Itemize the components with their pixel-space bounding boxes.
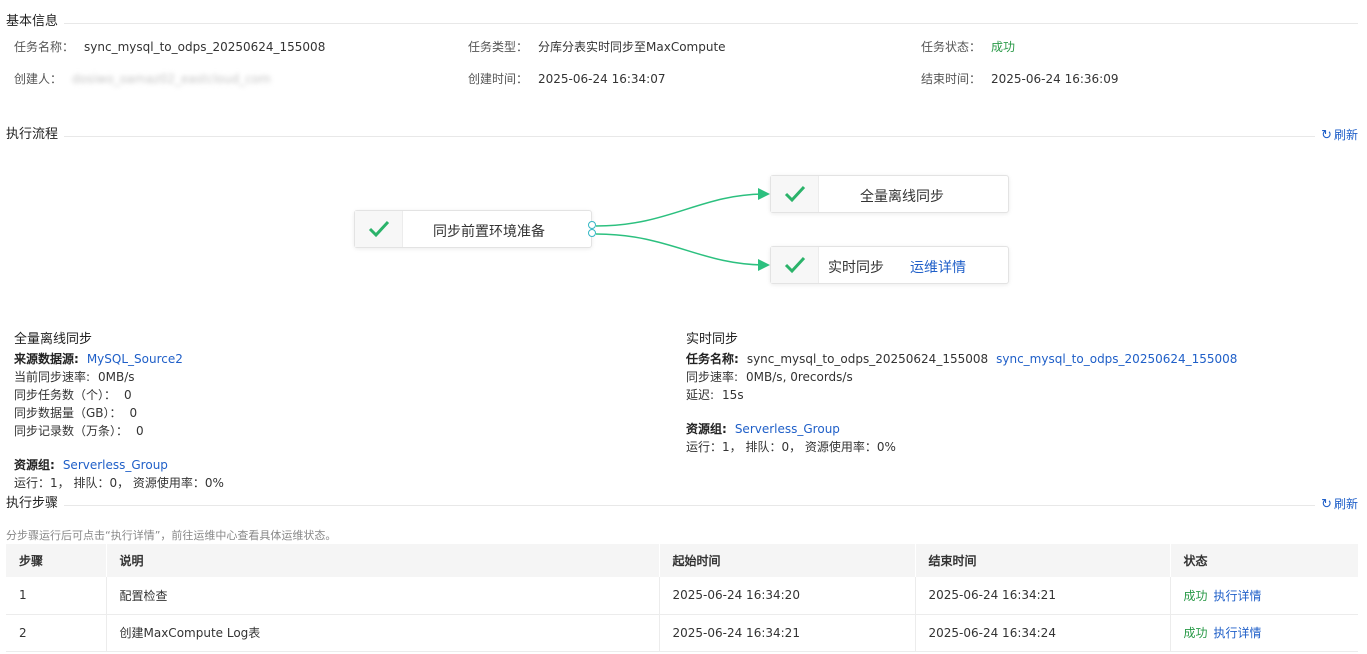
port-out-bottom <box>588 229 596 237</box>
port-out-top <box>588 221 596 229</box>
status-badge: 成功 <box>1183 588 1208 603</box>
records-row: 同步记录数（万条）： 0 <box>14 424 144 438</box>
col-desc: 说明 <box>106 544 660 577</box>
refresh-icon: ↻ <box>1321 497 1332 512</box>
rt-group-stats: 运行：1， 排队：0， 资源使用率：0% <box>686 440 896 454</box>
node-full-sync-label: 全量离线同步 <box>860 189 944 205</box>
table-header-row: 步骤 说明 起始时间 结束时间 状态 <box>6 544 1358 577</box>
realtime-panel: 实时同步 任务名称: sync_mysql_to_odps_20250624_15… <box>686 331 1237 456</box>
rt-task-row: 任务名称: sync_mysql_to_odps_20250624_155008 s… <box>686 352 1238 366</box>
edge-to-realtime <box>595 233 767 266</box>
steps-table: 步骤 说明 起始时间 结束时间 状态 1 配置检查 2025-06-24 16:… <box>6 544 1358 652</box>
edge-to-full-sync <box>595 193 767 227</box>
edge-arrow-full <box>758 188 770 200</box>
node-prepare[interactable]: 同步前置环境准备 <box>354 210 592 248</box>
steps-hint: 分步骤运行后可点击“执行详情”，前往运维中心查看具体运维状态。 <box>6 529 337 542</box>
speed-row: 当前同步速率: 0MB/s <box>14 370 135 384</box>
status-badge: 成功 <box>1183 626 1208 640</box>
steps-title: 执行步骤 <box>6 495 65 513</box>
col-step: 步骤 <box>6 544 107 577</box>
steps-header: 执行步骤 ↻ 刷新 <box>6 495 1358 515</box>
node-realtime-label: 实时同步 <box>828 260 884 276</box>
edge-arrow-realtime <box>758 259 770 271</box>
full-sync-panel: 全量离线同步 来源数据源: MySQL_Source2 当前同步速率: 0MB/s … <box>14 331 224 492</box>
exec-detail-link[interactable]: 执行详情 <box>1214 626 1262 640</box>
check-icon <box>355 211 403 247</box>
source-row: 来源数据源: MySQL_Source2 <box>14 352 183 366</box>
tasks-row: 同步任务数（个）： 0 <box>14 388 132 402</box>
table-row: 2 创建MaxCompute Log表 2025-06-24 16:34:21 … <box>6 614 1358 652</box>
node-full-sync[interactable]: 全量离线同步 <box>770 175 1009 213</box>
rt-task-link[interactable]: sync_mysql_to_odps_20250624_155008 <box>996 352 1237 366</box>
group-link[interactable]: Serverless_Group <box>63 458 168 472</box>
node-realtime[interactable]: 实时同步 运维详情 <box>770 246 1009 284</box>
group-stats: 运行：1， 排队：0， 资源使用率：0% <box>14 476 224 490</box>
node-prepare-label: 同步前置环境准备 <box>433 224 545 240</box>
check-icon <box>771 176 819 212</box>
exec-detail-link[interactable]: 执行详情 <box>1214 589 1262 603</box>
rt-speed-row: 同步速率: 0MB/s, 0records/s <box>686 370 853 384</box>
rt-group-row: 资源组: Serverless_Group <box>686 422 840 436</box>
source-link[interactable]: MySQL_Source2 <box>87 352 183 366</box>
col-end: 结束时间 <box>915 544 1171 577</box>
group-row: 资源组: Serverless_Group <box>14 458 168 472</box>
full-sync-title: 全量离线同步 <box>14 332 93 347</box>
check-icon <box>771 247 819 283</box>
realtime-title: 实时同步 <box>686 332 739 347</box>
rt-group-link[interactable]: Serverless_Group <box>735 422 840 436</box>
volume-row: 同步数据量（GB）： 0 <box>14 406 138 420</box>
table-row: 1 配置检查 2025-06-24 16:34:20 2025-06-24 16… <box>6 577 1358 615</box>
flow-edges <box>595 188 770 271</box>
col-status: 状态 <box>1170 544 1358 577</box>
col-start: 起始时间 <box>659 544 916 577</box>
ops-detail-link[interactable]: 运维详情 <box>910 257 966 277</box>
rt-delay-row: 延迟: 15s <box>686 388 744 402</box>
steps-refresh-button[interactable]: ↻ 刷新 <box>1315 495 1358 514</box>
